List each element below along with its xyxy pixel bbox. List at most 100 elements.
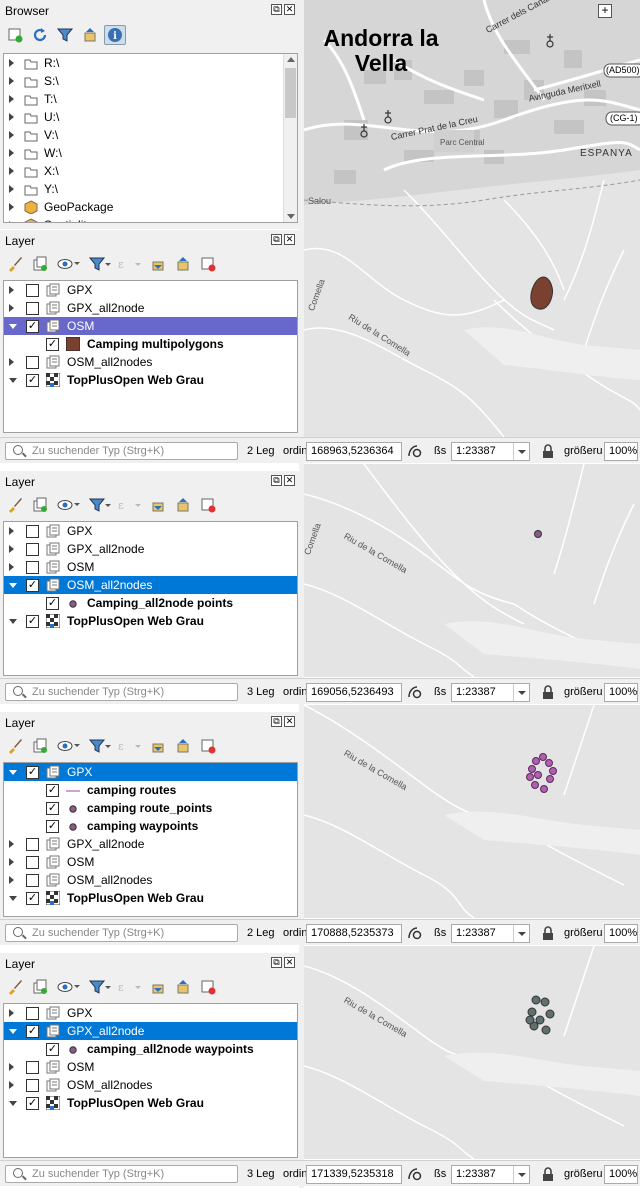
expand-all-button[interactable] [147, 977, 169, 997]
lock-icon[interactable] [541, 1167, 555, 1185]
expand-arrow-icon[interactable] [9, 203, 14, 211]
layer-styling-button[interactable] [4, 736, 26, 756]
expand-arrow-icon[interactable] [9, 221, 14, 222]
properties-button[interactable]: i [104, 25, 126, 45]
layer-visibility-checkbox[interactable] [26, 543, 39, 556]
toggle-extents-icon[interactable] [407, 685, 423, 703]
expand-arrow-icon[interactable] [9, 286, 14, 294]
layer-visibility-checkbox[interactable]: ✓ [26, 579, 39, 592]
map-canvas-2[interactable]: Riu de la Comella Comella [304, 464, 640, 677]
collapse-all-button[interactable] [172, 495, 194, 515]
filter-legend-button[interactable] [87, 495, 113, 515]
lock-icon[interactable] [541, 444, 555, 462]
layer-row[interactable]: ✓ TopPlusOpen Web Grau [4, 889, 297, 907]
add-group-button[interactable] [29, 977, 51, 997]
layer-row[interactable]: ✓ camping routes [4, 781, 297, 799]
magnifier-field[interactable]: 100% [604, 442, 638, 461]
remove-layer-button[interactable] [197, 736, 219, 756]
locator-search-input[interactable]: Zu suchender Typ (Strg+K) [5, 924, 238, 942]
expand-arrow-icon[interactable] [9, 185, 14, 193]
layer-row[interactable]: ✓ camping_all2node waypoints [4, 1040, 297, 1058]
layer-visibility-checkbox[interactable] [26, 284, 39, 297]
layer-styling-button[interactable] [4, 495, 26, 515]
scale-combobox[interactable]: 1:23387 [451, 683, 530, 702]
collapse-arrow-icon[interactable] [9, 619, 17, 624]
expand-arrow-icon[interactable] [9, 840, 14, 848]
layer-visibility-checkbox[interactable]: ✓ [26, 1097, 39, 1110]
float-panel-button[interactable]: ⧉ [271, 234, 282, 245]
float-panel-button[interactable]: ⧉ [271, 716, 282, 727]
layer-row[interactable]: OSM_all2nodes [4, 871, 297, 889]
expand-arrow-icon[interactable] [9, 1009, 14, 1017]
filter-legend-button[interactable] [87, 977, 113, 997]
layer-visibility-checkbox[interactable]: ✓ [26, 615, 39, 628]
layer-row[interactable]: OSM_all2nodes [4, 353, 297, 371]
coordinate-field[interactable]: 168963,5236364 [306, 442, 402, 461]
manage-themes-button[interactable] [54, 495, 84, 515]
layer-row[interactable]: GPX_all2node [4, 835, 297, 853]
layer-row[interactable]: GPX [4, 1004, 297, 1022]
remove-layer-button[interactable] [197, 254, 219, 274]
collapse-all-button[interactable] [172, 254, 194, 274]
zoom-button[interactable]: + [598, 4, 612, 18]
collapse-arrow-icon[interactable] [9, 1029, 17, 1034]
expand-arrow-icon[interactable] [9, 95, 14, 103]
scale-combobox[interactable]: 1:23387 [451, 442, 530, 461]
browser-item[interactable]: T:\ [4, 90, 297, 108]
layer-visibility-checkbox[interactable] [26, 561, 39, 574]
layer-row[interactable]: OSM_all2nodes [4, 1076, 297, 1094]
expand-arrow-icon[interactable] [9, 876, 14, 884]
layer-row[interactable]: ✓ camping route_points [4, 799, 297, 817]
collapse-arrow-icon[interactable] [9, 896, 17, 901]
layer-visibility-checkbox[interactable]: ✓ [46, 597, 59, 610]
layer-row[interactable]: ✓ TopPlusOpen Web Grau [4, 371, 297, 389]
browser-item[interactable]: R:\ [4, 54, 297, 72]
magnifier-field[interactable]: 100% [604, 683, 638, 702]
expand-arrow-icon[interactable] [9, 1081, 14, 1089]
layer-row[interactable]: OSM [4, 558, 297, 576]
layer-row[interactable]: ✓ TopPlusOpen Web Grau [4, 1094, 297, 1112]
layer-visibility-checkbox[interactable]: ✓ [26, 374, 39, 387]
close-panel-button[interactable]: ✕ [284, 716, 295, 727]
layer-row[interactable]: OSM [4, 1058, 297, 1076]
expand-all-button[interactable] [147, 254, 169, 274]
add-group-button[interactable] [29, 495, 51, 515]
map-canvas-4[interactable]: Riu de la Comella [304, 946, 640, 1159]
layer-visibility-checkbox[interactable]: ✓ [26, 320, 39, 333]
browser-item[interactable]: V:\ [4, 126, 297, 144]
scrollbar[interactable] [283, 54, 297, 222]
collapse-arrow-icon[interactable] [9, 324, 17, 329]
chevron-down-icon[interactable] [513, 1166, 529, 1183]
browser-item[interactable]: GeoPackage [4, 198, 297, 216]
expand-arrow-icon[interactable] [9, 545, 14, 553]
layer-visibility-checkbox[interactable] [26, 856, 39, 869]
manage-themes-button[interactable] [54, 977, 84, 997]
toggle-extents-icon[interactable] [407, 444, 423, 462]
magnifier-field[interactable]: 100% [604, 924, 638, 943]
close-panel-button[interactable]: ✕ [284, 234, 295, 245]
close-panel-button[interactable]: ✕ [284, 4, 295, 15]
chevron-down-icon[interactable] [513, 925, 529, 942]
add-group-button[interactable] [29, 254, 51, 274]
chevron-down-icon[interactable] [513, 443, 529, 460]
layer-row[interactable]: ✓ camping waypoints [4, 817, 297, 835]
layer-row[interactable]: ✓ OSM [4, 317, 297, 335]
collapse-arrow-icon[interactable] [9, 583, 17, 588]
expand-arrow-icon[interactable] [9, 113, 14, 121]
expand-arrow-icon[interactable] [9, 167, 14, 175]
layer-visibility-checkbox[interactable]: ✓ [46, 338, 59, 351]
layer-row[interactable]: ✓ Camping_all2node points [4, 594, 297, 612]
float-panel-button[interactable]: ⧉ [271, 957, 282, 968]
collapse-arrow-icon[interactable] [9, 770, 17, 775]
lock-icon[interactable] [541, 926, 555, 944]
filter-button[interactable] [54, 25, 76, 45]
coordinate-field[interactable]: 169056,5236493 [306, 683, 402, 702]
layer-row[interactable]: ✓ OSM_all2nodes [4, 576, 297, 594]
filter-expression-button[interactable]: ε [116, 977, 144, 997]
layer-row[interactable]: GPX [4, 281, 297, 299]
filter-legend-button[interactable] [87, 254, 113, 274]
layer-row[interactable]: GPX_all2node [4, 540, 297, 558]
browser-item[interactable]: Spatialite [4, 216, 297, 222]
add-group-button[interactable] [29, 736, 51, 756]
locator-search-input[interactable]: Zu suchender Typ (Strg+K) [5, 442, 238, 460]
